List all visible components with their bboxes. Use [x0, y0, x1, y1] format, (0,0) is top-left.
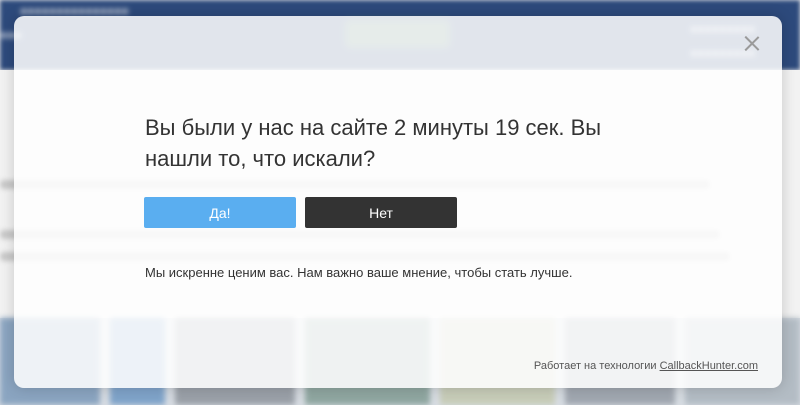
- yes-button[interactable]: Да!: [144, 197, 296, 228]
- page: ■■■■■■■■■■■■■■■ ■■■ ■■■■■■■■■ ■■■■■■■■■ …: [0, 0, 800, 405]
- feedback-popup: Вы были у нас на сайте 2 минуты 19 сек. …: [14, 16, 782, 388]
- close-icon[interactable]: [742, 33, 762, 53]
- powered-by-link[interactable]: CallbackHunter.com: [660, 360, 758, 372]
- popup-note: Мы искренне ценим вас. Нам важно ваше мн…: [145, 265, 573, 280]
- powered-by-text: Работает на технологии: [533, 360, 657, 372]
- powered-by: Работает на технологии CallbackHunter.co…: [534, 360, 758, 372]
- popup-question: Вы были у нас на сайте 2 минуты 19 сек. …: [145, 115, 602, 171]
- no-button[interactable]: Нет: [305, 197, 457, 228]
